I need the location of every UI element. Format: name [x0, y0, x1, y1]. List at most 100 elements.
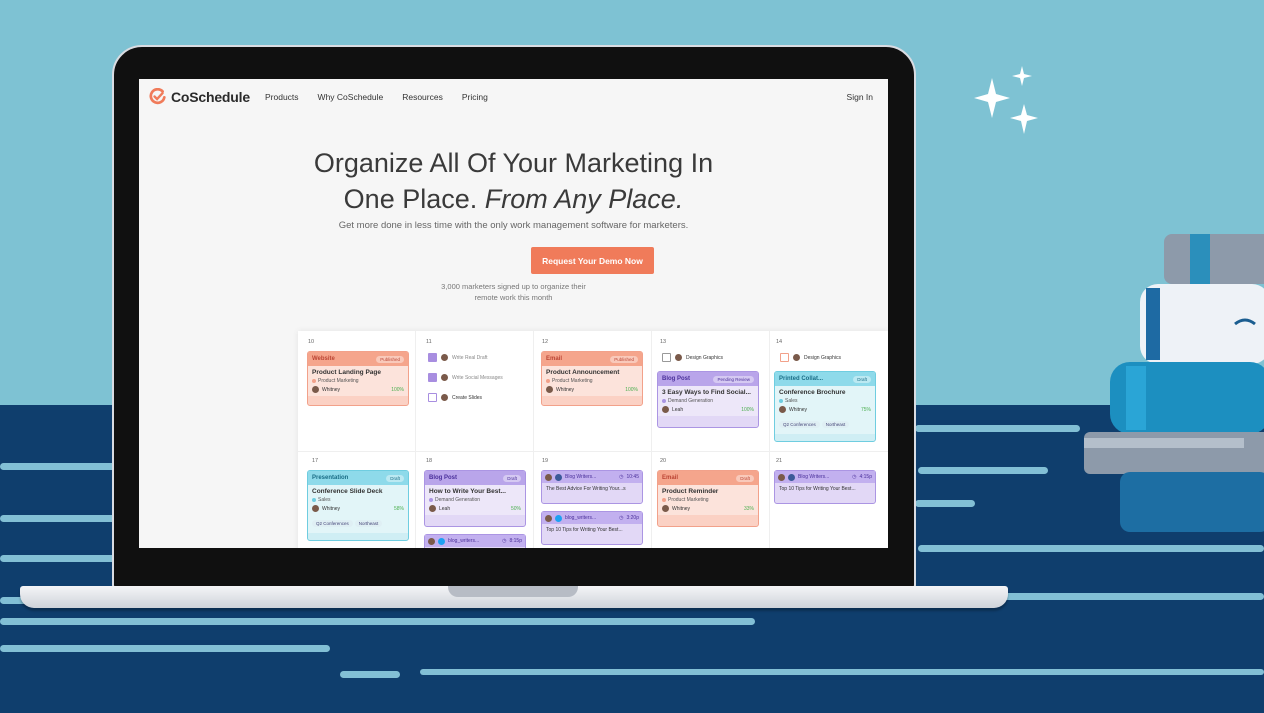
card-header: Blog Post Pending Review	[658, 372, 758, 386]
social-time: 3:20p	[626, 515, 639, 521]
calendar-card-blog-post[interactable]: Blog Post Draft How to Write Your Best...…	[424, 470, 526, 527]
wave-line	[918, 467, 1048, 474]
social-post-card[interactable]: blog_writers... ◷ 8:15p	[424, 534, 526, 548]
card-status: Draft	[853, 375, 871, 383]
wave-line	[915, 425, 1080, 432]
card-footer: Leah 50%	[429, 505, 521, 512]
card-footer: Whitney 100%	[546, 386, 638, 393]
social-time: 8:15p	[509, 538, 522, 544]
card-tags: Q2 Conferences Northeast	[312, 512, 404, 530]
social-handle: Blog Writers...	[798, 474, 830, 480]
card-category: Sales	[779, 398, 871, 404]
avatar	[662, 505, 669, 512]
wave-line	[0, 645, 330, 652]
task-item[interactable]: Create Slides	[428, 393, 482, 402]
task-label: Design Graphics	[686, 354, 723, 361]
coschedule-logo[interactable]: CoSchedule	[149, 88, 250, 105]
card-footer: Whitney 58%	[312, 505, 404, 512]
calendar-row-divider	[298, 451, 888, 452]
social-post-text: Top 10 Tips for Writing Your Best...	[546, 527, 623, 533]
card-type: Email	[546, 356, 563, 362]
task-label: Create Slides	[452, 394, 483, 401]
checkbox-unchecked[interactable]	[428, 393, 437, 402]
nav-why-coschedule[interactable]: Why CoSchedule	[318, 92, 384, 102]
card-progress: 100%	[391, 386, 404, 393]
card-body: Conference Brochure Sales Whitney 75% Q2 …	[775, 386, 875, 434]
checkbox-unchecked[interactable]	[780, 353, 789, 362]
avatar	[546, 386, 553, 393]
day-number: 21	[776, 458, 783, 464]
calendar-card-blog-post[interactable]: Blog Post Pending Review 3 Easy Ways to F…	[657, 371, 759, 428]
task-item[interactable]: Write Social Messages	[428, 373, 503, 382]
twitter-icon	[555, 514, 562, 522]
avatar	[779, 406, 786, 413]
clock-icon: ◷	[619, 474, 624, 480]
task-item[interactable]: Design Graphics	[662, 353, 723, 362]
nav-pricing[interactable]: Pricing	[462, 92, 488, 102]
request-demo-button[interactable]: Request Your Demo Now	[531, 247, 654, 274]
card-status: Draft	[503, 474, 521, 482]
avatar	[441, 354, 448, 361]
card-category-label: Sales	[785, 398, 798, 404]
sign-in-link[interactable]: Sign In	[847, 92, 873, 102]
card-title: Product Landing Page	[312, 369, 381, 376]
task-item[interactable]: Design Graphics	[780, 353, 841, 362]
tag-chip[interactable]: Northeast	[821, 421, 850, 428]
checkbox-checked[interactable]	[428, 373, 437, 382]
wave-line	[420, 669, 1264, 675]
book-stack-illustration	[1084, 234, 1264, 532]
social-post-header: Blog Writers... ◷ 4:15p	[775, 471, 875, 483]
hero-title-line2: One Place. From Any Place.	[139, 181, 888, 217]
calendar-card-printed-collateral[interactable]: Printed Collat... Draft Conference Brochu…	[774, 371, 876, 442]
wave-line	[1000, 593, 1264, 600]
social-post-text: The Best Advice For Writing Your...s	[546, 486, 626, 492]
social-post-card[interactable]: Blog Writers... ◷ 4:15p Top 10 Tips for Wr…	[774, 470, 876, 504]
facebook-icon	[555, 473, 562, 481]
card-status: Published	[376, 355, 404, 363]
card-body: 3 Easy Ways to Find Social... Demand Gen…	[658, 386, 758, 416]
card-title: 3 Easy Ways to Find Social...	[662, 389, 751, 396]
tag-chip[interactable]: Q2 Conferences	[312, 520, 353, 527]
card-title: How to Write Your Best...	[429, 488, 506, 495]
avatar	[312, 386, 319, 393]
hero-title-plain: One Place.	[343, 184, 478, 214]
checkbox-unchecked[interactable]	[662, 353, 671, 362]
card-type: Blog Post	[662, 376, 690, 382]
brand-name: CoSchedule	[171, 88, 250, 105]
day-number: 12	[542, 339, 549, 345]
clock-icon: ◷	[502, 538, 507, 544]
twitter-icon	[438, 537, 445, 545]
calendar-card-email[interactable]: Email Published Product Announcement Prod…	[541, 351, 643, 406]
social-post-card[interactable]: blog_writers... ◷ 3:20p Top 10 Tips for Wr…	[541, 511, 643, 545]
social-post-card[interactable]: Blog Writers... ◷ 10:45 The Best Advice Fo…	[541, 470, 643, 504]
hero-title-line1: Organize All Of Your Marketing In	[313, 148, 714, 178]
task-label: Write Social Messages	[452, 374, 503, 381]
wave-line	[340, 671, 400, 678]
avatar	[793, 354, 800, 361]
nav-products[interactable]: Products	[265, 92, 299, 102]
task-label: Write Real Draft	[452, 354, 488, 361]
top-nav: CoSchedule Products Why CoSchedule Resou…	[139, 79, 888, 115]
social-proof: 3,000 marketers signed up to organize th…	[139, 281, 888, 303]
card-progress: 100%	[741, 406, 754, 413]
card-title: Product Reminder	[662, 488, 719, 495]
calendar-card-website[interactable]: Website Published Product Landing Page Pr…	[307, 351, 409, 406]
sparkle-icon	[974, 66, 1038, 134]
card-category: Demand Generation	[429, 497, 521, 503]
nav-resources[interactable]: Resources	[402, 92, 443, 102]
tag-chip[interactable]: Northeast	[354, 520, 383, 527]
day-number: 18	[426, 458, 433, 464]
task-item[interactable]: Write Real Draft	[428, 353, 487, 362]
calendar-card-email[interactable]: Email Draft Product Reminder Product Mark…	[657, 470, 759, 527]
card-footer: Leah 100%	[662, 406, 754, 413]
hero-subtitle: Get more done in less time with the only…	[338, 220, 689, 231]
wave-line	[0, 515, 125, 522]
card-title: Conference Slide Deck	[312, 488, 383, 495]
card-owner: Whitney	[789, 406, 808, 413]
social-time: 4:15p	[859, 474, 872, 480]
checkbox-checked[interactable]	[428, 353, 437, 362]
tag-chip[interactable]: Q2 Conferences	[779, 421, 820, 428]
social-handle: blog_writers...	[565, 515, 597, 521]
calendar-card-presentation[interactable]: Presentation Draft Conference Slide Deck …	[307, 470, 409, 541]
day-number: 17	[312, 458, 319, 464]
